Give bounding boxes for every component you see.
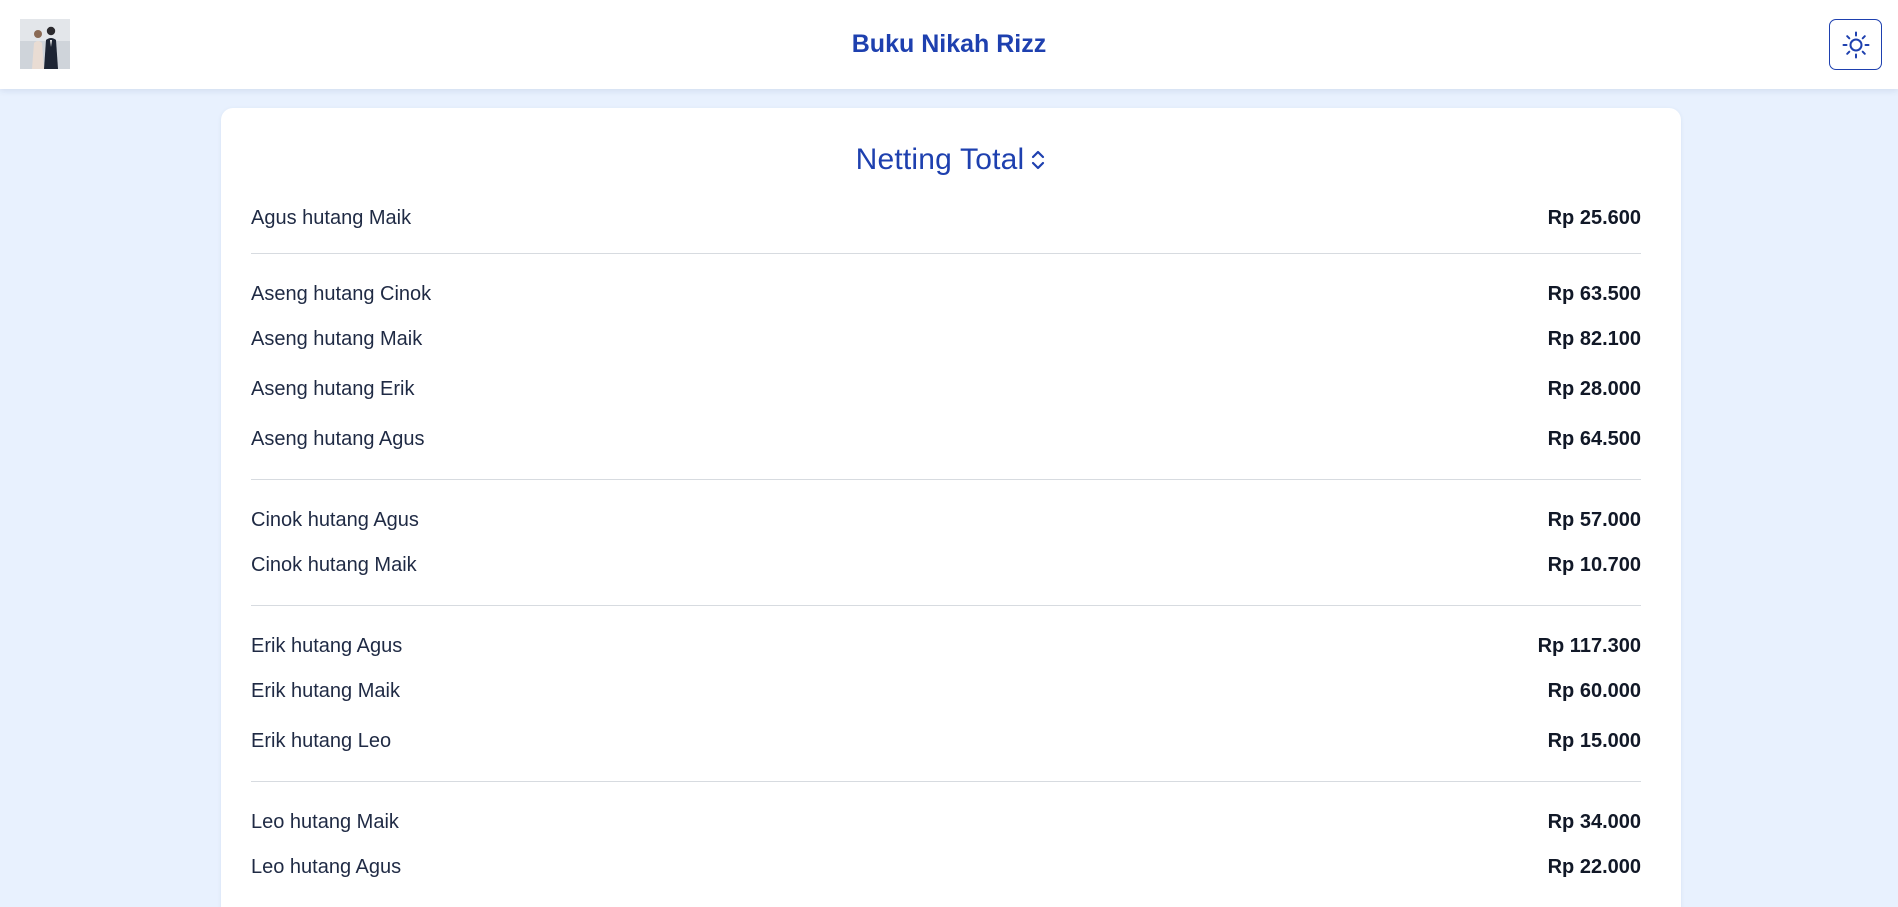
theme-toggle-button[interactable] <box>1829 19 1882 70</box>
debt-group: Aseng hutang Cinok Rp 63.500 Aseng hutan… <box>251 274 1641 480</box>
list-item: Leo hutang Agus Rp 22.000 <box>251 842 1641 892</box>
list-item: Aseng hutang Cinok Rp 63.500 <box>251 274 1641 314</box>
debt-label: Aseng hutang Erik <box>251 377 415 400</box>
debt-label: Agus hutang Maik <box>251 206 412 229</box>
debt-amount: Rp 82.100 <box>1547 327 1641 350</box>
debt-label: Erik hutang Maik <box>251 679 400 702</box>
list-item: Erik hutang Maik Rp 60.000 <box>251 666 1641 716</box>
list-item: Erik hutang Leo Rp 15.000 <box>251 716 1641 766</box>
list-item: Aseng hutang Agus Rp 64.500 <box>251 414 1641 464</box>
debt-amount: Rp 22.000 <box>1547 855 1641 878</box>
debt-label: Leo hutang Agus <box>251 855 402 878</box>
list-item: Aseng hutang Erik Rp 28.000 <box>251 364 1641 414</box>
debt-label: Aseng hutang Maik <box>251 327 423 350</box>
debt-label: Cinok hutang Maik <box>251 553 417 576</box>
debt-amount: Rp 28.000 <box>1547 377 1641 400</box>
debt-group: Erik hutang Agus Rp 117.300 Erik hutang … <box>251 626 1641 782</box>
chevron-up-down-icon <box>1032 150 1045 170</box>
debt-label: Leo hutang Maik <box>251 810 399 833</box>
app-title: Buku Nikah Rizz <box>851 30 1047 58</box>
debt-amount: Rp 60.000 <box>1547 679 1641 702</box>
debt-group: Cinok hutang Agus Rp 57.000 Cinok hutang… <box>251 500 1641 606</box>
list-item: Aseng hutang Maik Rp 82.100 <box>251 314 1641 364</box>
debt-label: Erik hutang Agus <box>251 634 403 657</box>
list-item: Cinok hutang Agus Rp 57.000 <box>251 500 1641 540</box>
debt-label: Aseng hutang Cinok <box>251 282 432 305</box>
section-title: Netting Total <box>855 143 1025 176</box>
debt-label: Aseng hutang Agus <box>251 427 425 450</box>
debt-amount: Rp 25.600 <box>1547 206 1641 229</box>
debt-list: Agus hutang Maik Rp 25.600 Aseng hutang … <box>251 198 1641 907</box>
list-item: Leo hutang Maik Rp 34.000 <box>251 802 1641 842</box>
debt-label: Erik hutang Leo <box>251 729 392 752</box>
list-item: Agus hutang Maik Rp 25.600 <box>251 198 1641 238</box>
netting-card: Netting Total Agus hutang Maik Rp 25.600… <box>221 108 1681 907</box>
top-navbar: Buku Nikah Rizz <box>0 0 1898 89</box>
debt-group: Leo hutang Maik Rp 34.000 Leo hutang Agu… <box>251 802 1641 907</box>
debt-label: Cinok hutang Agus <box>251 508 419 531</box>
list-item: Erik hutang Agus Rp 117.300 <box>251 626 1641 666</box>
debt-amount: Rp 10.700 <box>1547 553 1641 576</box>
list-item: Cinok hutang Maik Rp 10.700 <box>251 540 1641 590</box>
debt-amount: Rp 63.500 <box>1547 282 1641 305</box>
debt-amount: Rp 34.000 <box>1547 810 1641 833</box>
debt-amount: Rp 15.000 <box>1547 729 1641 752</box>
debt-amount: Rp 117.300 <box>1537 634 1641 657</box>
debt-amount: Rp 57.000 <box>1547 508 1641 531</box>
sun-icon <box>1842 31 1869 58</box>
netting-total-heading[interactable]: Netting Total <box>221 140 1681 180</box>
debt-group: Agus hutang Maik Rp 25.600 <box>251 198 1641 254</box>
debt-amount: Rp 64.500 <box>1547 427 1641 450</box>
